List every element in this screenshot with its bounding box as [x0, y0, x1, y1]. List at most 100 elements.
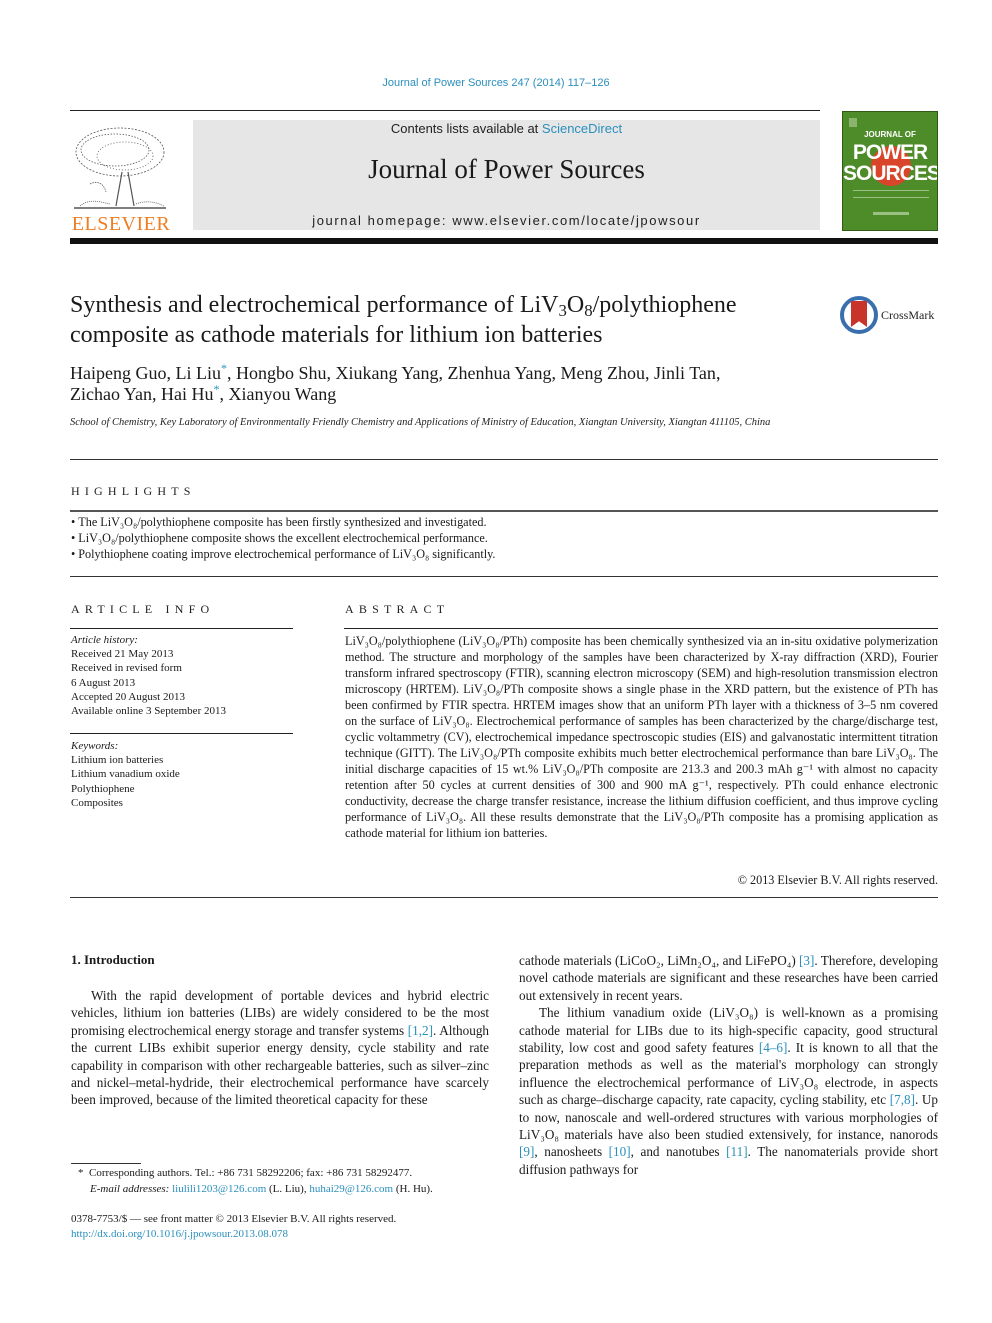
keyword-item: Lithium vanadium oxide	[71, 768, 180, 781]
article-history: Article history: Received 21 May 2013 Re…	[71, 633, 293, 718]
author-name: Hongbo Shu	[235, 363, 327, 383]
email-link[interactable]: huhai29@126.com	[309, 1183, 393, 1195]
affiliation: School of Chemistry, Key Laboratory of E…	[70, 417, 771, 428]
crossmark-button[interactable]: CrossMark	[840, 296, 940, 336]
divider	[70, 576, 938, 577]
body-paragraph: cathode materials (LiCoO₂, LiMn₂O₄, and …	[519, 952, 938, 1004]
author-name: Hai Hu	[161, 384, 214, 404]
highlight-item: LiV₃O₈/polythiophene composite shows the…	[71, 530, 931, 546]
divider	[70, 510, 938, 512]
header-rule	[70, 110, 820, 111]
cover-title-line3: SOURCES	[843, 162, 938, 185]
doi-link[interactable]: http://dx.doi.org/10.1016/j.jpowsour.201…	[71, 1228, 288, 1240]
elsevier-tree-icon	[74, 127, 166, 209]
citation-link[interactable]: [11]	[726, 1144, 747, 1159]
journal-cover-image[interactable]: JOURNAL OF POWER SOURCES	[842, 111, 938, 231]
journal-citation-link[interactable]: Journal of Power Sources 247 (2014) 117–…	[0, 77, 992, 89]
author-name: Li Liu	[175, 363, 221, 383]
title-sub-1: 3	[558, 301, 567, 321]
history-label: Article history:	[71, 634, 138, 646]
journal-homepage-link[interactable]: journal homepage: www.elsevier.com/locat…	[193, 213, 820, 228]
keywords-label: Keywords:	[71, 740, 119, 752]
article-info-heading: ARTICLE INFO	[71, 602, 215, 616]
highlights-heading: HIGHLIGHTS	[71, 484, 196, 498]
email-owner: (H. Hu).	[393, 1182, 433, 1195]
footnote-rule	[71, 1163, 141, 1164]
footnote-emails: E-mail addresses: liulili1203@126.com (L…	[78, 1182, 498, 1198]
history-item: Received in revised form	[71, 662, 182, 675]
footnote-line: * Corresponding authors. Tel.: +86 731 5…	[78, 1166, 498, 1182]
footnote-contact: Corresponding authors. Tel.: +86 731 582…	[89, 1167, 413, 1179]
divider	[70, 733, 293, 734]
body-column-left: With the rapid development of portable d…	[71, 987, 489, 1109]
highlights-list: The LiV₃O₈/polythiophene composite has b…	[71, 514, 931, 562]
cover-editor-line	[873, 212, 909, 215]
cover-title-main: POWER SOURCES	[843, 142, 937, 184]
author-name: Xianyou Wang	[228, 384, 337, 404]
citation-link[interactable]: [4–6]	[759, 1040, 788, 1055]
author-name: Jinli Tan	[654, 363, 716, 383]
section-heading-introduction: 1. Introduction	[71, 952, 155, 967]
title-sub-2: 8	[584, 301, 593, 321]
header-thick-rule	[70, 238, 938, 244]
keyword-item: Polythiophene	[71, 782, 135, 795]
body-text: cathode materials (LiCoO₂, LiMn₂O₄, and …	[519, 953, 800, 968]
history-item: Accepted 20 August 2013	[71, 690, 185, 703]
abstract-heading: ABSTRACT	[345, 602, 450, 616]
journal-masthead: Contents lists available at ScienceDirec…	[193, 120, 820, 230]
divider	[344, 628, 938, 629]
keywords: Keywords: Lithium ion batteries Lithium …	[71, 739, 293, 810]
citation-link[interactable]: [10]	[609, 1144, 631, 1159]
body-paragraph: The lithium vanadium oxide (LiV₃O₈) is w…	[519, 1004, 938, 1178]
citation-link[interactable]: [9]	[519, 1144, 534, 1159]
history-item: Received 21 May 2013	[71, 648, 174, 661]
citation-link[interactable]: [1,2]	[408, 1023, 433, 1038]
sciencedirect-link[interactable]: ScienceDirect	[542, 121, 622, 136]
divider	[70, 459, 938, 460]
abstract-copyright: © 2013 Elsevier B.V. All rights reserved…	[737, 873, 938, 887]
corresponding-author-marker[interactable]: *	[214, 382, 220, 396]
history-item: 6 August 2013	[71, 676, 136, 689]
divider	[70, 628, 293, 629]
title-text-1: Synthesis and electrochemical performanc…	[70, 292, 559, 318]
citation-link[interactable]: [3]	[799, 953, 814, 968]
citation-link[interactable]: [7,8]	[890, 1092, 915, 1107]
keyword-item: Lithium ion batteries	[71, 754, 164, 767]
email-label: E-mail addresses:	[90, 1182, 170, 1195]
divider	[70, 897, 938, 898]
highlight-item: Polythiophene coating improve electroche…	[71, 546, 931, 562]
body-text: , and nanotubes	[630, 1144, 727, 1160]
abstract-text: LiV₃O₈/polythiophene (LiV₃O₈/PTh) compos…	[345, 634, 938, 840]
footnote-marker: *	[78, 1167, 84, 1179]
cover-title-line1: JOURNAL OF	[864, 130, 916, 139]
journal-name: Journal of Power Sources	[368, 154, 645, 184]
author-name: Xiukang Yang	[335, 363, 439, 383]
author-list: Haipeng Guo, Li Liu*, Hongbo Shu, Xiukan…	[70, 361, 721, 404]
article-title: Synthesis and electrochemical performanc…	[70, 290, 820, 350]
author-name: Zichao Yan	[70, 384, 152, 404]
author-name: Haipeng Guo	[70, 363, 167, 383]
cover-title-line2: POWER	[852, 141, 928, 164]
history-item: Available online 3 September 2013	[71, 705, 226, 718]
email-link[interactable]: liulili1203@126.com	[172, 1183, 266, 1195]
keyword-item: Composites	[71, 796, 123, 809]
cover-subtitle	[853, 190, 929, 198]
body-paragraph: With the rapid development of portable d…	[71, 987, 489, 1109]
issn-block: 0378-7753/$ — see front matter © 2013 El…	[71, 1212, 491, 1242]
cover-elsevier-mark	[849, 118, 857, 127]
contents-line: Contents lists available at ScienceDirec…	[193, 121, 820, 136]
contents-prefix: Contents lists available at	[390, 121, 542, 136]
author-name: Zhenhua Yang	[447, 363, 552, 383]
corresponding-author-footnote: * Corresponding authors. Tel.: +86 731 5…	[78, 1166, 498, 1197]
elsevier-logo[interactable]: ELSEVIER	[68, 118, 174, 236]
crossmark-label: CrossMark	[881, 308, 935, 322]
issn-line: 0378-7753/$ — see front matter © 2013 El…	[71, 1213, 397, 1225]
corresponding-author-marker[interactable]: *	[221, 361, 227, 375]
body-column-right: cathode materials (LiCoO₂, LiMn₂O₄, and …	[519, 952, 938, 1178]
elsevier-wordmark: ELSEVIER	[71, 213, 171, 235]
highlight-item: The LiV₃O₈/polythiophene composite has b…	[71, 514, 931, 530]
body-text: , nanosheets	[534, 1144, 609, 1160]
email-owner: (L. Liu),	[266, 1182, 310, 1195]
title-text-2: O	[566, 292, 585, 318]
author-name: Meng Zhou	[560, 363, 646, 383]
